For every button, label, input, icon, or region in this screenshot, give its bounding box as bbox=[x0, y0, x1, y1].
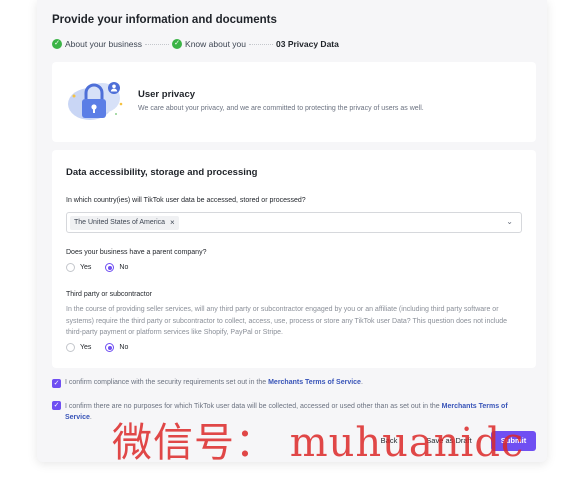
terms-link[interactable]: Merchants Terms of Service bbox=[268, 379, 361, 386]
third-party-yes-radio[interactable]: Yes bbox=[66, 343, 91, 352]
watermark-text: 微信号： muhuanidc bbox=[112, 420, 525, 466]
radio-label: No bbox=[119, 264, 129, 271]
remove-tag-icon[interactable]: × bbox=[170, 216, 175, 230]
step-about-business[interactable]: ✓ About your business bbox=[52, 39, 142, 49]
step-label: About your business bbox=[65, 39, 143, 49]
parent-company-question: Does your business have a parent company… bbox=[66, 249, 207, 256]
chevron-down-icon[interactable]: ⌄ bbox=[506, 217, 513, 226]
country-question: In which country(ies) will TikTok user d… bbox=[66, 197, 306, 204]
data-accessibility-panel: Data accessibility, storage and processi… bbox=[52, 150, 536, 368]
country-tag: The United States of America × bbox=[70, 216, 179, 230]
third-party-no-radio[interactable]: No bbox=[105, 343, 128, 352]
step-label: Know about you bbox=[185, 39, 246, 49]
radio-circle bbox=[105, 263, 115, 272]
security-confirm-row: ✓ I confirm compliance with the security… bbox=[52, 379, 363, 388]
parent-no-radio[interactable]: No bbox=[105, 263, 128, 272]
lock-illustration-icon bbox=[68, 82, 123, 120]
user-privacy-panel: User privacy We care about your privacy,… bbox=[52, 62, 536, 142]
security-confirm-checkbox[interactable]: ✓ bbox=[52, 379, 61, 388]
parent-yes-radio[interactable]: Yes bbox=[66, 263, 91, 272]
confirm-text-end: . bbox=[89, 414, 92, 421]
step-divider bbox=[145, 43, 170, 45]
country-tag-label: The United States of America bbox=[74, 219, 166, 226]
third-party-title: Third party or subcontractor bbox=[66, 291, 152, 298]
section-title: Data accessibility, storage and processi… bbox=[66, 167, 258, 178]
radio-circle bbox=[66, 263, 75, 272]
step-know-about-you[interactable]: ✓ Know about you bbox=[172, 39, 246, 49]
privacy-title: User privacy bbox=[138, 89, 196, 100]
check-circle-icon: ✓ bbox=[172, 39, 183, 49]
step-privacy-data[interactable]: 03 Privacy Data bbox=[276, 39, 339, 49]
radio-circle bbox=[66, 343, 75, 352]
radio-circle bbox=[105, 343, 115, 352]
check-circle-icon: ✓ bbox=[52, 39, 62, 49]
step-label: 03 Privacy Data bbox=[276, 39, 339, 49]
confirm-text-end: . bbox=[360, 379, 363, 386]
radio-label: Yes bbox=[80, 344, 92, 351]
step-divider bbox=[249, 43, 273, 45]
step-progress: ✓ About your business ✓ Know about you 0… bbox=[52, 39, 339, 49]
privacy-description: We care about your privacy, and we are c… bbox=[138, 105, 424, 112]
parent-company-radio-group: Yes No bbox=[66, 263, 142, 272]
page-title: Provide your information and documents bbox=[52, 14, 277, 26]
confirm-text: I confirm compliance with the security r… bbox=[65, 379, 363, 386]
confirm-text-body: I confirm there are no purposes for whic… bbox=[65, 403, 442, 410]
third-party-radio-group: Yes No bbox=[66, 343, 142, 352]
radio-label: Yes bbox=[80, 264, 92, 271]
confirm-text-body: I confirm compliance with the security r… bbox=[65, 379, 269, 386]
radio-label: No bbox=[119, 344, 129, 351]
third-party-description: In the course of providing seller servic… bbox=[66, 306, 508, 336]
country-select[interactable]: The United States of America × ⌄ bbox=[66, 212, 522, 233]
purpose-confirm-checkbox[interactable]: ✓ bbox=[52, 401, 61, 410]
